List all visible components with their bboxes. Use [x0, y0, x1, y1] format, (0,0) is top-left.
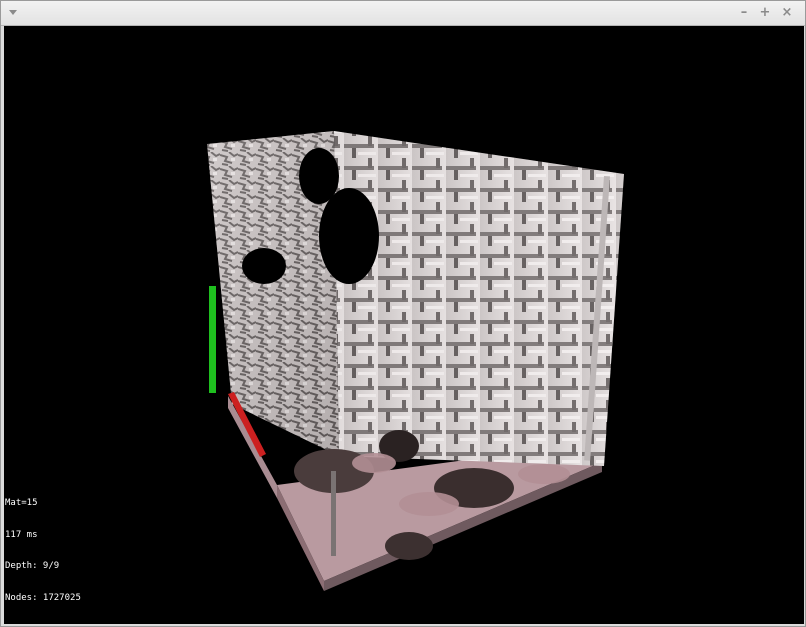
- render-viewport[interactable]: Mat=15 117 ms Depth: 9/9 Nodes: 1727025: [4, 26, 804, 624]
- render-stats: Mat=15 117 ms Depth: 9/9 Nodes: 1727025: [5, 477, 81, 624]
- floor-post: [331, 471, 336, 556]
- app-window: – + × Mat=15 117 ms Depth: 9/9 Nodes: 17…: [0, 0, 806, 627]
- stat-depth: Depth: 9/9: [5, 561, 60, 571]
- stat-nodes: Nodes: 1727025: [5, 592, 81, 603]
- maximize-button[interactable]: +: [756, 4, 774, 22]
- menu-arrow-icon[interactable]: [9, 10, 17, 15]
- y-axis-marker: [209, 286, 216, 393]
- close-button[interactable]: ×: [778, 4, 796, 22]
- stat-time: 117 ms: [5, 529, 38, 540]
- voxel-scene: [207, 131, 624, 591]
- right-face: [334, 131, 624, 466]
- minimize-button[interactable]: –: [735, 4, 753, 22]
- stat-mat: Mat=15: [5, 498, 38, 508]
- title-bar[interactable]: – + ×: [1, 1, 805, 26]
